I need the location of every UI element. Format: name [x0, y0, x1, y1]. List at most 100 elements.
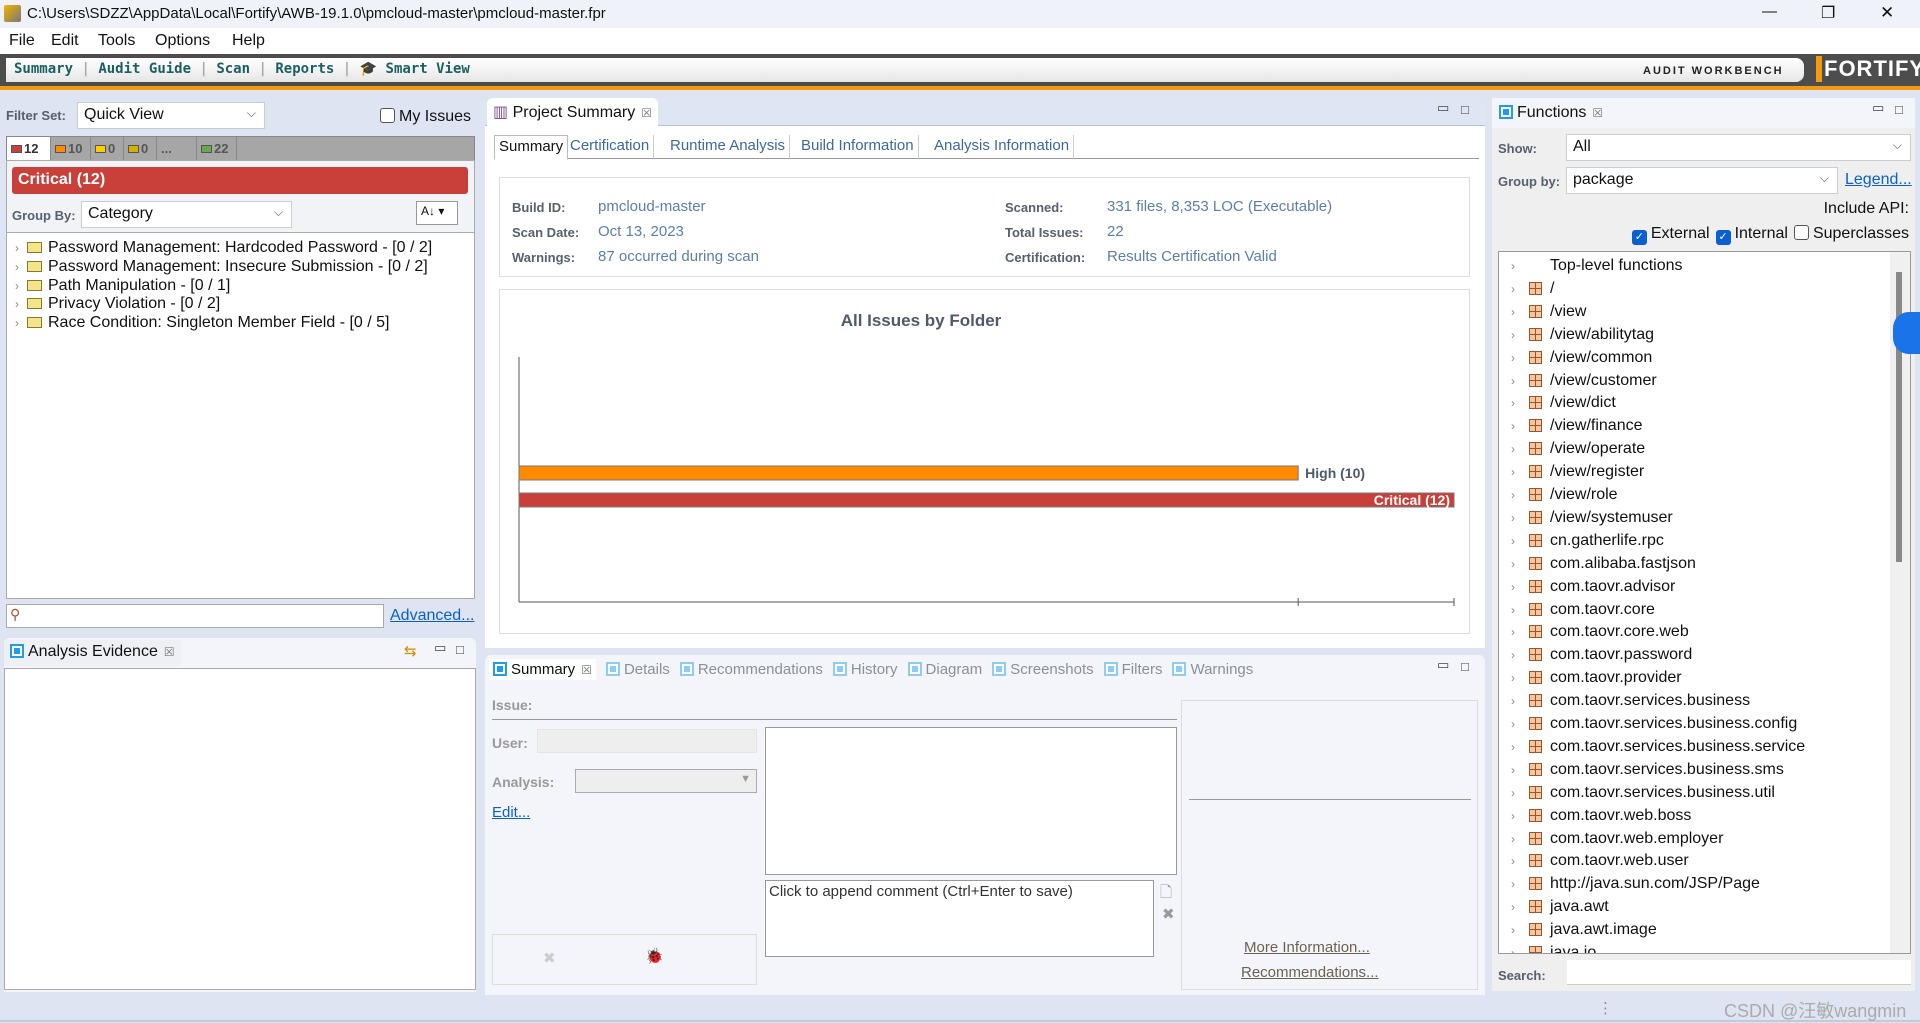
expand-icon[interactable]: ›: [1503, 438, 1523, 461]
my-issues-checkbox[interactable]: My Issues: [380, 108, 471, 126]
expand-icon[interactable]: ›: [1503, 324, 1523, 347]
expand-icon[interactable]: ›: [1503, 919, 1523, 942]
function-item[interactable]: › /view/common: [1503, 346, 1652, 369]
expand-icon[interactable]: ›: [1503, 370, 1523, 393]
function-item[interactable]: › com.taovr.advisor: [1503, 575, 1675, 598]
expand-icon[interactable]: ›: [1503, 576, 1523, 599]
critical-header[interactable]: Critical (12): [12, 167, 468, 194]
add-comment-icon[interactable]: 🗋: [1160, 882, 1172, 907]
menu-help[interactable]: Help: [232, 32, 265, 50]
function-item[interactable]: › com.taovr.services.business.service: [1503, 735, 1805, 758]
function-item[interactable]: › com.taovr.web.boss: [1503, 804, 1691, 827]
legend-link[interactable]: Legend...: [1845, 171, 1912, 189]
function-item[interactable]: › com.taovr.services.business.sms: [1503, 758, 1784, 781]
toolbar-audit-guide[interactable]: Audit Guide: [98, 61, 191, 77]
toolbar-scan[interactable]: Scan: [216, 61, 250, 77]
severity-tab[interactable]: 0: [91, 137, 124, 160]
checkbox-internal[interactable]: ✓ Internal: [1715, 225, 1788, 245]
subtab-certification[interactable]: Certification: [566, 135, 655, 159]
recommendations-link[interactable]: Recommendations...: [1241, 964, 1379, 981]
more-information-link[interactable]: More Information...: [1244, 939, 1370, 956]
severity-tab[interactable]: 0: [124, 137, 157, 160]
function-item[interactable]: › com.taovr.services.business.config: [1503, 712, 1797, 735]
scrollbar[interactable]: [1890, 252, 1910, 953]
expand-icon[interactable]: ›: [1503, 828, 1523, 851]
function-item[interactable]: › com.taovr.web.employer: [1503, 827, 1723, 850]
function-item[interactable]: › com.taovr.web.user: [1503, 849, 1689, 872]
maximize-icon[interactable]: □: [1461, 102, 1469, 117]
minimize-icon[interactable]: ▭: [1437, 100, 1449, 116]
menu-tools[interactable]: Tools: [98, 32, 135, 50]
tab-summary[interactable]: Summary ☒: [489, 659, 596, 680]
function-item[interactable]: › /view/systemuser: [1503, 506, 1673, 529]
maximize-icon[interactable]: □: [1461, 659, 1469, 674]
expand-icon[interactable]: ›: [1503, 530, 1523, 553]
tab-project-summary[interactable]: ▥ Project Summary ☒: [487, 98, 659, 126]
close-icon[interactable]: ☒: [164, 645, 175, 659]
close-button[interactable]: ✕: [1880, 3, 1894, 23]
expand-icon[interactable]: ›: [1503, 690, 1523, 713]
subtab-build-information[interactable]: Build Information: [797, 135, 919, 159]
subtab-runtime-analysis[interactable]: Runtime Analysis: [666, 135, 791, 159]
close-icon[interactable]: ☒: [1592, 106, 1603, 120]
comment-input[interactable]: Click to append comment (Ctrl+Enter to s…: [765, 880, 1154, 957]
menu-edit[interactable]: Edit: [51, 32, 79, 50]
advanced-link[interactable]: Advanced...: [390, 607, 475, 625]
tab-functions[interactable]: Functions ☒: [1494, 101, 1608, 125]
function-item[interactable]: › /view/operate: [1503, 437, 1645, 460]
expand-icon[interactable]: ›: [1503, 301, 1523, 324]
bug-button[interactable]: 🐞: [645, 947, 664, 965]
function-item[interactable]: › /: [1503, 277, 1554, 300]
expand-icon[interactable]: ›: [1503, 507, 1523, 530]
group-by-select[interactable]: package ⌵: [1566, 167, 1838, 194]
tab-details[interactable]: Details: [605, 661, 670, 678]
minimize-button[interactable]: —: [1762, 3, 1777, 20]
expand-icon[interactable]: ›: [1503, 553, 1523, 576]
expand-icon[interactable]: ›: [1503, 667, 1523, 690]
expand-icon[interactable]: ›: [1503, 621, 1523, 644]
tab-history[interactable]: History: [832, 661, 898, 678]
expand-icon[interactable]: ›: [1503, 644, 1523, 667]
function-item[interactable]: › com.taovr.core: [1503, 598, 1655, 621]
group-by-select[interactable]: Category ⌵: [81, 201, 292, 228]
user-field[interactable]: [537, 729, 757, 753]
severity-tab[interactable]: 22: [197, 137, 237, 160]
function-item[interactable]: › com.taovr.password: [1503, 643, 1692, 666]
expand-icon[interactable]: ›: [1503, 736, 1523, 759]
function-item[interactable]: › /view/role: [1503, 483, 1618, 506]
functions-search-input[interactable]: [1567, 960, 1911, 985]
expand-icon[interactable]: ›: [1503, 896, 1523, 919]
expand-icon[interactable]: ›: [1503, 484, 1523, 507]
toolbar-smart-view[interactable]: Smart View: [386, 61, 470, 77]
expand-icon[interactable]: ›: [1503, 415, 1523, 438]
sync-icon[interactable]: ⇆: [404, 642, 417, 660]
function-item[interactable]: › /view: [1503, 300, 1586, 323]
function-item[interactable]: › java.awt: [1503, 895, 1609, 918]
show-select[interactable]: All ⌵: [1566, 134, 1911, 161]
expand-icon[interactable]: ›: [1503, 255, 1523, 278]
analysis-select[interactable]: ▼: [575, 769, 757, 793]
filter-set-select[interactable]: Quick View ⌵: [77, 102, 265, 129]
function-item[interactable]: › com.taovr.core.web: [1503, 620, 1689, 643]
function-item[interactable]: › /view/dict: [1503, 391, 1616, 414]
expand-icon[interactable]: ›: [1503, 850, 1523, 873]
expand-icon[interactable]: ›: [1503, 805, 1523, 828]
menu-options[interactable]: Options: [155, 32, 210, 50]
resize-handle[interactable]: ⋮: [1598, 999, 1613, 1017]
function-item[interactable]: › cn.gatherlife.rpc: [1503, 529, 1664, 552]
bar-high[interactable]: [518, 465, 1299, 481]
severity-tab[interactable]: 10: [51, 137, 91, 160]
expand-icon[interactable]: ›: [1503, 873, 1523, 896]
function-item[interactable]: › com.alibaba.fastjson: [1503, 552, 1696, 575]
checkbox-external[interactable]: ✓ External: [1631, 225, 1710, 245]
toolbar-reports[interactable]: Reports: [275, 61, 334, 77]
issue-search-input[interactable]: ⚲: [6, 604, 384, 628]
function-item[interactable]: › java.awt.image: [1503, 918, 1657, 941]
severity-tab[interactable]: ...: [157, 137, 197, 160]
expand-icon[interactable]: ›: [1503, 278, 1523, 301]
function-item[interactable]: › Top-level functions: [1503, 254, 1683, 277]
expand-icon[interactable]: ›: [1503, 713, 1523, 736]
tab-warnings[interactable]: Warnings: [1172, 661, 1253, 678]
suppress-button[interactable]: ✖: [543, 949, 556, 967]
side-floating-button[interactable]: [1893, 312, 1920, 354]
